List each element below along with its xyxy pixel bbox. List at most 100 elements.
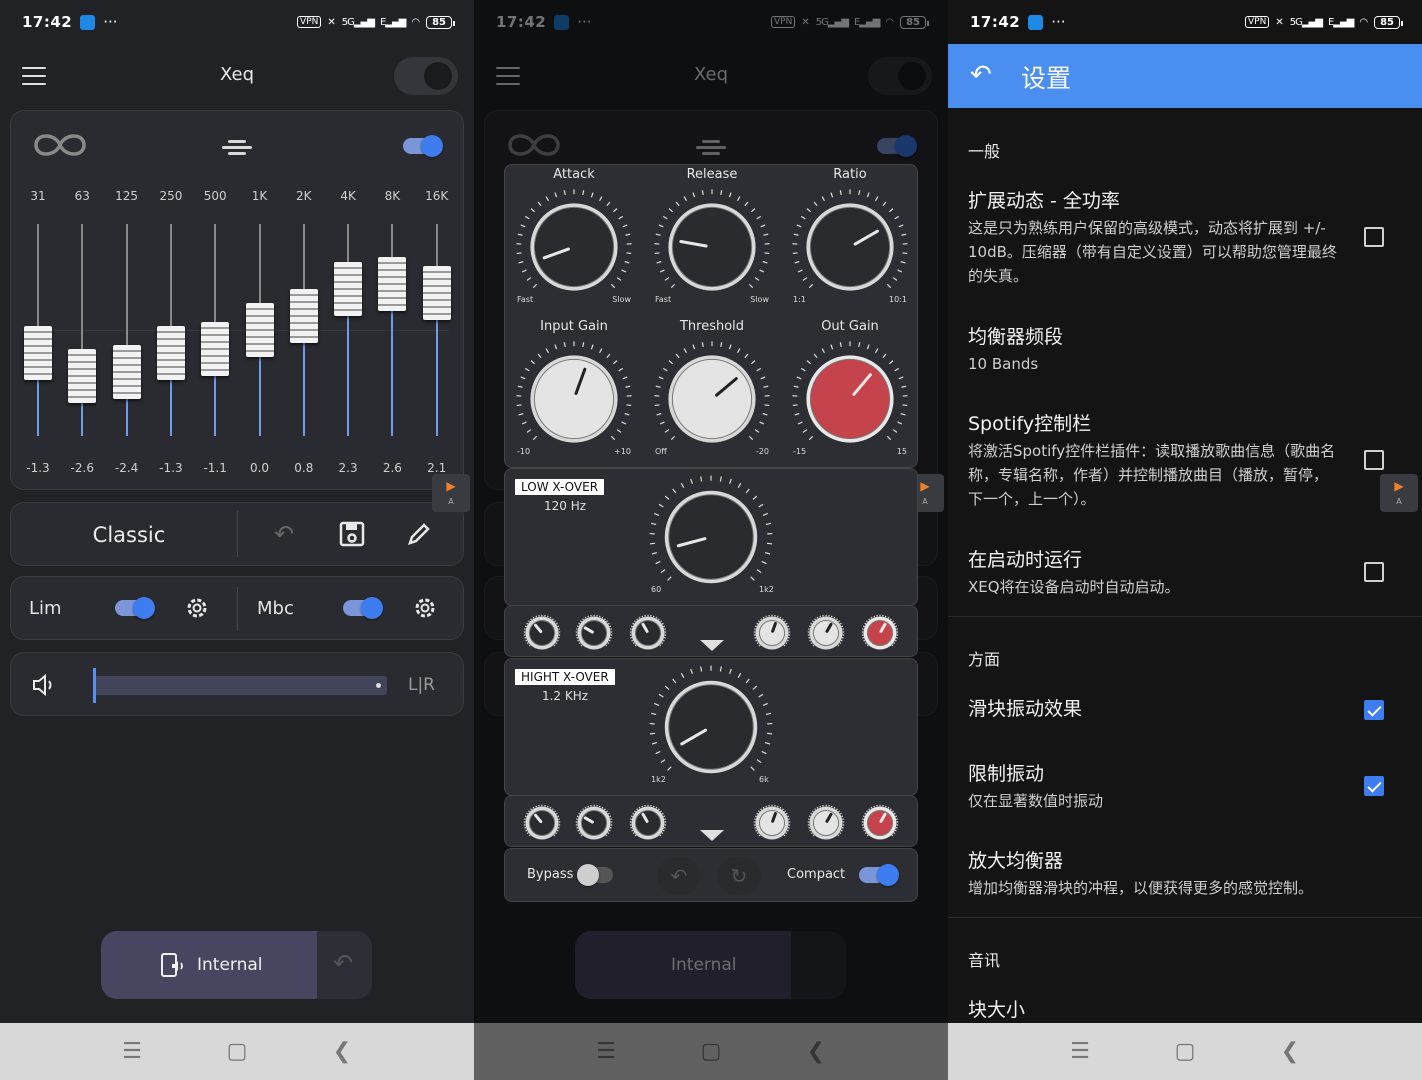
wifi-icon: ◠ [1359,16,1369,28]
rotary-knob[interactable] [514,187,634,307]
band-mini-knob[interactable] [861,614,899,652]
band-slider-thumb[interactable] [68,348,97,403]
band-mini-knob[interactable] [807,804,845,842]
divider [237,511,238,557]
band-mini-knob[interactable] [861,804,899,842]
checkbox-spotify-bar[interactable] [1364,450,1384,470]
expand-arrow-icon[interactable] [700,830,724,841]
xover-knob[interactable] [647,473,775,601]
floating-overlay-button[interactable]: ▶ A [432,474,470,512]
setting-spotify-bar[interactable]: Spotify控制栏 将激活Spotify控件栏插件：读取播放歌曲信息（歌曲名称… [968,411,1338,511]
recents-icon[interactable]: ☰ [1065,1039,1095,1065]
divider [948,917,1422,918]
rotary-knob[interactable] [790,187,910,307]
reset-icon[interactable]: ↻ [717,857,761,895]
band-mini-knob[interactable] [807,614,845,652]
band-gain-value: -2.6 [70,461,94,475]
band-mini-knob[interactable] [575,614,613,652]
band-slider-thumb[interactable] [112,345,141,400]
band-slider-thumb[interactable] [245,303,274,357]
checkbox-run-at-boot[interactable] [1364,562,1384,582]
lim-settings-gear-icon[interactable] [184,595,210,621]
knob-min-label: Fast [655,295,672,304]
mbc-toggle[interactable] [343,597,383,619]
knob-max-label: 15 [896,447,907,456]
setting-limit-vibration[interactable]: 限制振动 仅在显著数值时振动 [968,761,1338,813]
band-mini-knob[interactable] [523,614,561,652]
compressor-knob-cell: Out Gain -15 15 [781,319,919,469]
band-slider-thumb[interactable] [201,322,230,377]
band-slider-thumb[interactable] [24,325,52,380]
home-icon[interactable]: ▢ [1170,1039,1200,1065]
band-frequency-label: 250 [159,189,183,203]
rotary-knob[interactable] [514,339,634,459]
band-mini-knob[interactable] [753,804,791,842]
mbc-settings-gear-icon[interactable] [412,595,438,621]
checkbox-expanded-dynamics[interactable] [1364,227,1384,247]
band-mini-knob[interactable] [575,804,613,842]
eq-enable-toggle[interactable] [403,135,443,157]
source-undo-button[interactable]: ↶ [317,931,372,999]
band-mini-knob[interactable] [629,804,667,842]
settings-title: 设置 [1021,64,1072,93]
checkbox-limit-vibration[interactable] [1364,776,1384,796]
settings-screen: 17:42 ··· VPN ✕ 5G▂▄▆ E▂▄▆ ◠ 85 ↶ 设置 一般 … [948,0,1422,1080]
setting-expanded-dynamics[interactable]: 扩展动态 - 全功率 这是只为熟练用户保留的高级模式，动态将扩展到 +/- 10… [968,188,1338,288]
recents-icon[interactable]: ☰ [117,1039,147,1065]
band-frequency-label: 500 [203,189,227,203]
speaker-icon[interactable] [31,673,57,697]
band-gain-value: -1.3 [159,461,183,475]
band-slider-thumb[interactable] [156,325,185,380]
band-frequency-label: 2K [296,189,312,203]
preset-name[interactable]: Classic [11,523,247,547]
low-xover-panel: LOW X-OVER 120 Hz 60 1k2 [504,468,918,606]
back-icon[interactable]: ❮ [327,1039,357,1065]
band-slider-thumb[interactable] [289,288,318,343]
rotary-knob[interactable] [790,339,910,459]
floating-overlay-button[interactable]: ▶ A [1380,474,1418,512]
edit-icon[interactable] [404,519,434,549]
xover-knob[interactable] [647,663,775,791]
back-arrow-icon[interactable]: ↶ [970,60,992,90]
band-slider-thumb[interactable] [378,257,407,312]
audio-source-button[interactable]: Internal [101,931,317,999]
status-time: 17:42 [970,13,1021,31]
back-icon[interactable]: ❮ [1275,1039,1305,1065]
undo-icon[interactable]: ↶ [657,857,701,895]
band-mini-knob[interactable] [753,614,791,652]
band-mini-knob[interactable] [629,614,667,652]
power-switch[interactable] [394,57,458,95]
band-slider-thumb[interactable] [334,262,363,317]
undo-icon[interactable]: ↶ [269,520,299,550]
home-icon[interactable]: ▢ [222,1039,252,1065]
knob-label: Input Gain [540,319,608,334]
low-xover-label: LOW X-OVER [515,479,605,495]
setting-zoom-eq[interactable]: 放大均衡器 增加均衡器滑块的冲程，以便获得更多的感觉控制。 [968,848,1398,900]
rotary-knob[interactable] [652,187,772,307]
setting-run-at-boot[interactable]: 在启动时运行 XEQ将在设备启动时自动启动。 [968,547,1338,599]
rotary-knob[interactable] [652,339,772,459]
mini-knob-holder [807,804,845,842]
expand-arrow-icon[interactable] [700,640,724,651]
checkbox-slider-vibration[interactable] [1364,700,1384,720]
save-icon[interactable] [337,519,367,549]
bypass-toggle[interactable] [577,864,617,886]
status-bar: 17:42 ··· VPN ✕ 5G▂▄▆ E▂▄▆ ◠ 85 [0,0,474,44]
equalizer-panel: 31 -1.3 63 -2.6 125 -2.4 250 -1.3 500 -1.1 1K 0.0 2K… [10,110,464,490]
mini-knob-holder [861,804,899,842]
mini-knob-holder [807,614,845,652]
setting-slider-vibration[interactable]: 滑块振动效果 [968,696,1338,722]
setting-eq-bands[interactable]: 均衡器频段 10 Bands [968,324,1338,376]
band-mini-knob[interactable] [523,804,561,842]
mini-knob-holder [629,804,667,842]
setting-block-size[interactable]: 块大小 [968,997,1338,1023]
balance-label[interactable]: L|R [408,675,435,695]
compact-toggle[interactable] [859,864,899,886]
mini-knob-holder [753,614,791,652]
divider [948,616,1422,617]
volume-slider[interactable] [93,668,387,703]
band-slider-thumb[interactable] [422,265,451,320]
lim-toggle[interactable] [115,597,155,619]
eq-reset-icon[interactable] [222,137,252,155]
battery-icon: 85 [1374,15,1403,29]
